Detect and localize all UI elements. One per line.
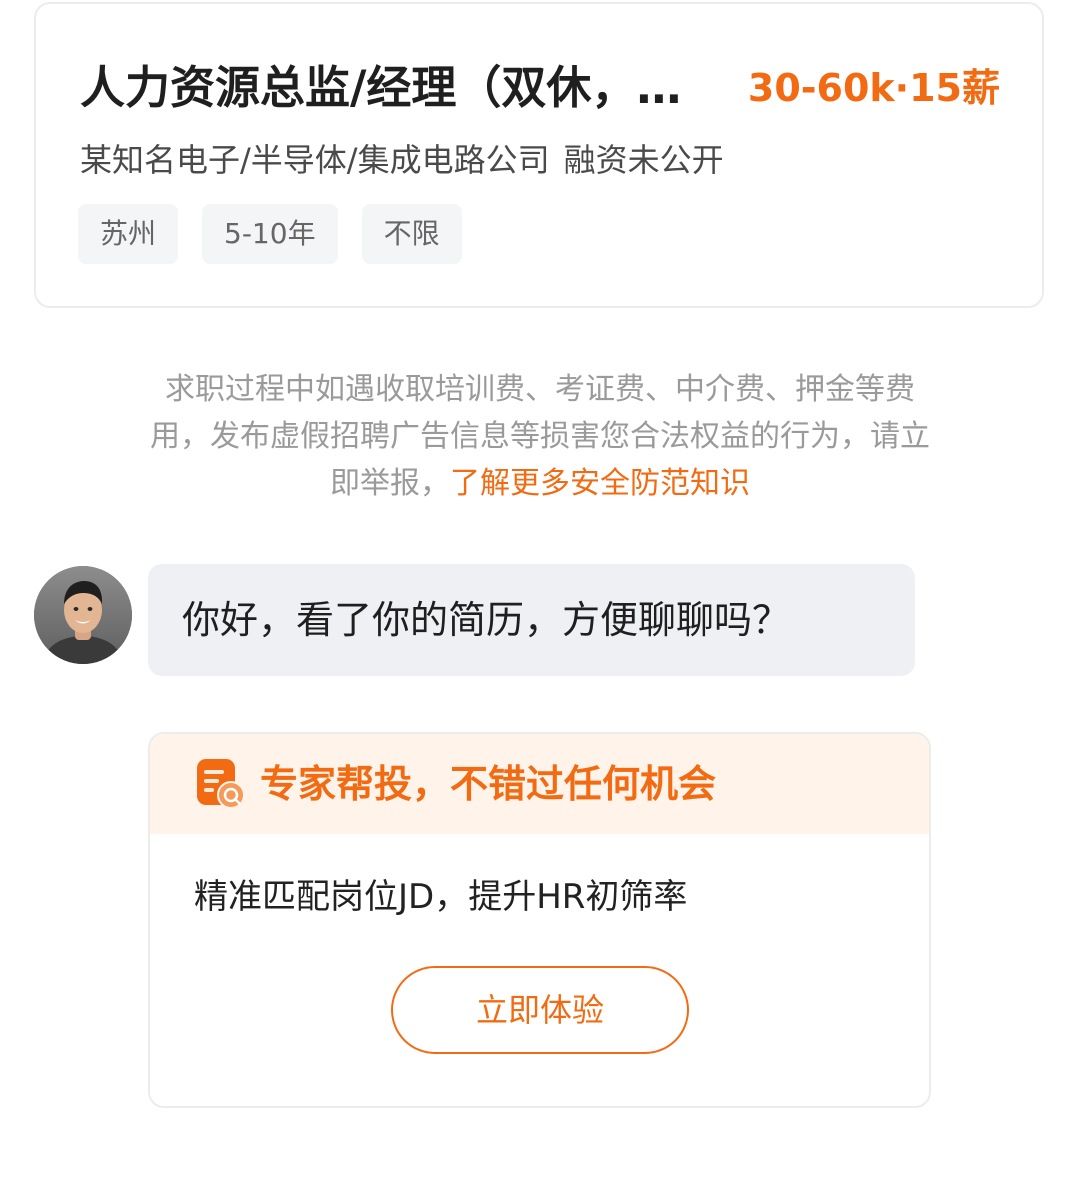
job-card[interactable]: 人力资源总监/经理（双休，… 30-60k·15薪 某知名电子/半导体/集成电路… (34, 2, 1044, 308)
expert-delivery-card[interactable]: 专家帮投，不错过任何机会 精准匹配岗位JD，提升HR初筛率 立即体验 (148, 732, 931, 1108)
try-now-button[interactable]: 立即体验 (391, 966, 689, 1054)
company-info: 某知名电子/半导体/集成电路公司 融资未公开 (80, 138, 724, 182)
funding-status: 融资未公开 (563, 141, 724, 179)
resume-delivery-icon (197, 759, 245, 809)
recruiter-avatar[interactable] (34, 566, 132, 664)
job-title: 人力资源总监/经理（双休，… (80, 61, 682, 114)
promo-header: 专家帮投，不错过任何机会 (150, 734, 929, 834)
promo-description: 精准匹配岗位JD，提升HR初筛率 (194, 877, 688, 917)
chat-message-bubble: 你好，看了你的简历，方便聊聊吗？ (148, 564, 915, 676)
experience-tag: 5-10年 (202, 204, 338, 264)
job-tags: 苏州 5-10年 不限 (78, 204, 462, 264)
company-name: 某知名电子/半导体/集成电路公司 (80, 141, 550, 179)
safety-notice: 求职过程中如遇收取培训费、考证费、中介费、押金等费用，发布虚假招聘广告信息等损害… (150, 366, 930, 507)
promo-title: 专家帮投，不错过任何机会 (260, 762, 717, 806)
safety-tips-link[interactable]: 了解更多安全防范知识 (450, 466, 750, 501)
education-tag: 不限 (361, 204, 462, 264)
person-avatar-icon (34, 566, 132, 664)
job-salary: 30-60k·15薪 (747, 66, 1000, 110)
location-tag: 苏州 (78, 204, 179, 264)
